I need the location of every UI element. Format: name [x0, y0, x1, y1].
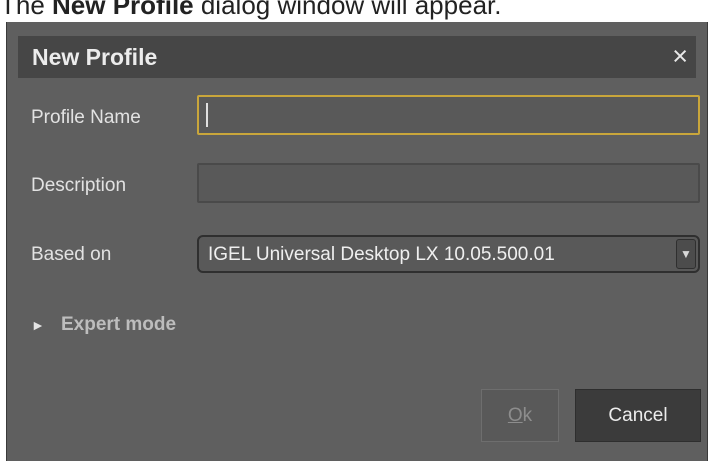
- caption-prefix: The: [0, 0, 53, 20]
- chevron-down-icon[interactable]: ▼: [676, 239, 696, 269]
- dialog-title: New Profile: [32, 44, 158, 70]
- expert-mode-toggle[interactable]: ► Expert mode: [31, 314, 176, 336]
- close-icon[interactable]: ×: [672, 41, 688, 71]
- cancel-button[interactable]: Cancel: [575, 389, 701, 442]
- ok-mnemonic: O: [507, 405, 523, 426]
- expert-mode-label: Expert mode: [61, 314, 177, 335]
- description-label: Description: [31, 175, 127, 196]
- profile-name-label: Profile Name: [31, 107, 141, 128]
- ok-button[interactable]: Ok: [481, 389, 559, 442]
- based-on-select[interactable]: IGEL Universal Desktop LX 10.05.500.01 ▼: [197, 235, 700, 273]
- caption-bold: New Profile: [52, 0, 194, 20]
- ok-rest: k: [522, 405, 533, 426]
- dialog-titlebar: New Profile ×: [18, 36, 696, 78]
- description-input[interactable]: [197, 163, 700, 203]
- based-on-label: Based on: [31, 244, 112, 265]
- caption-suffix: dialog window will appear.: [193, 0, 502, 20]
- based-on-value: IGEL Universal Desktop LX 10.05.500.01: [208, 244, 555, 265]
- profile-name-input[interactable]: [197, 95, 700, 135]
- caption: The New Profile dialog window will appea…: [0, 0, 501, 21]
- triangle-right-icon: ►: [31, 317, 45, 333]
- new-profile-dialog: New Profile × Profile Name Description B…: [6, 22, 708, 461]
- text-cursor: [206, 103, 208, 127]
